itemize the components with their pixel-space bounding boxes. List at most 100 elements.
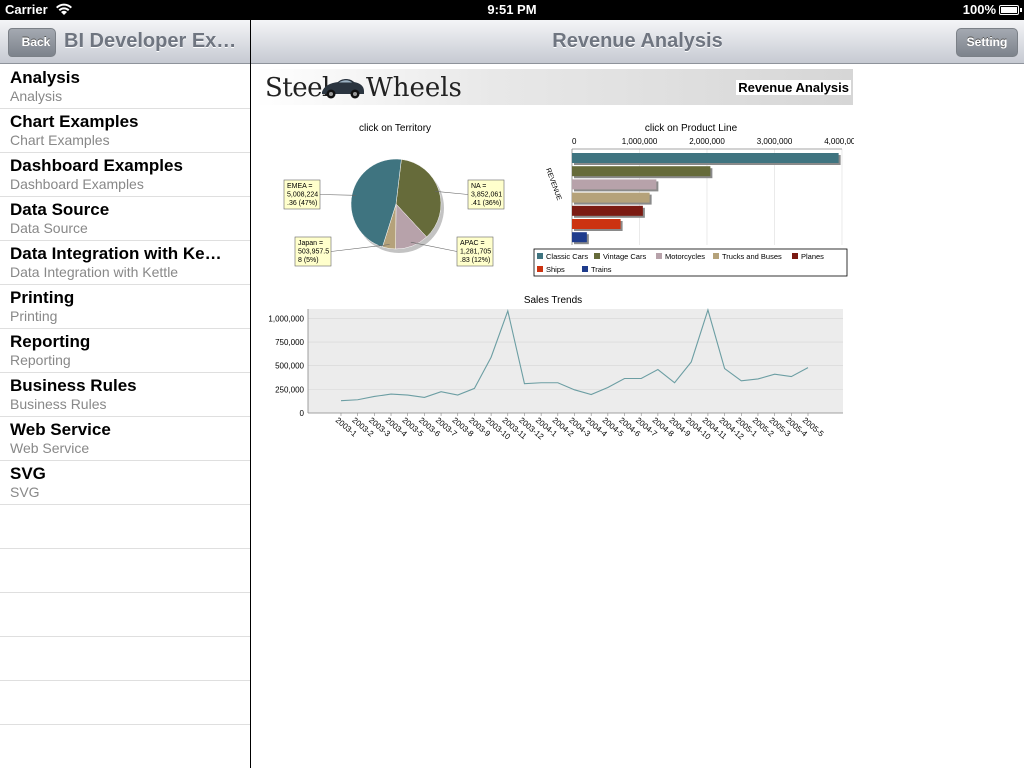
list-item-title: Reporting [10,332,91,351]
list-item-title: Printing [10,288,75,307]
detail-navbar: Revenue Analysis Setting [251,20,1024,64]
list-item-subtitle: Business Rules [10,396,107,412]
legend-swatch [537,253,543,259]
bar-tick-label: 1,000,000 [622,137,658,146]
list-item[interactable]: Chart Examples Chart Examples [0,109,250,153]
pie-title: click on Territory [359,123,431,134]
bar-title: click on Product Line [645,123,738,134]
list-item[interactable]: Data Source Data Source [0,197,250,241]
pie-label-text: .83 (12%) [460,257,490,264]
legend-swatch [792,253,798,259]
bar-motorcycles[interactable] [572,179,657,190]
legend-label: Classic Cars [546,252,588,261]
battery-label: 100% [962,2,996,17]
pie-leader-line [319,194,356,196]
empty-list-row [0,593,250,637]
legend-swatch [582,266,588,272]
empty-list-row [0,549,250,593]
list-item[interactable]: Business Rules Business Rules [0,373,250,417]
legend-swatch [537,266,543,272]
list-item-subtitle: Analysis [10,88,63,104]
list-item-title: Data Integration with Ke… [10,244,222,263]
list-item-title: Data Source [10,200,110,219]
bar-tick-label: 0 [572,137,577,146]
bar-ships[interactable] [572,219,621,229]
empty-list-row [0,725,250,768]
line-tick-label: 750,000 [275,338,304,347]
product-line-bar-chart[interactable]: click on Product Line 0 1,000,000 2,000,00… [533,123,854,277]
legend-swatch [656,253,662,259]
bar-classic-cars[interactable] [572,153,839,163]
line-tick-label: 1,000,000 [268,314,304,323]
line-tick-label: 250,000 [275,385,304,394]
bar-planes[interactable] [572,205,643,216]
list-item-subtitle: Data Integration with Kettle [10,264,179,280]
empty-list-row [0,505,250,549]
legend-label: Vintage Cars [603,252,646,261]
bar-trucks-and-buses[interactable] [572,192,650,203]
master-navbar: Back BI Developer Ex… [0,20,250,64]
bar-tick-label: 3,000,000 [757,137,793,146]
pie-label-text: 5,008,224 [287,192,318,199]
list-item[interactable]: Reporting Reporting [0,329,250,373]
charts-canvas: click on Territory EMEA = 5,008,224.36 (4… [268,123,854,442]
pie-label-text: EMEA = [287,183,312,190]
pie-label-text: 503,957.5 [298,249,329,256]
report: Steel Wheels Revenue Analysis click on T… [256,69,854,469]
line-tick-label: 0 [300,409,305,418]
list-item[interactable]: Web Service Web Service [0,417,250,461]
list-item[interactable]: Analysis Analysis [0,65,250,109]
empty-list-row [0,637,250,681]
pie-label-text: .41 (36%) [471,200,501,207]
pie-label-text: NA = [471,183,486,190]
list-item[interactable]: Data Integration with Ke… Data Integratio… [0,241,250,285]
empty-list-row [0,681,250,725]
legend-swatch [594,253,600,259]
bar-tick-label: 2,000,000 [689,137,725,146]
detail-pane: Revenue Analysis Setting Steel Wheels Re… [251,20,1024,768]
status-bar: Carrier 9:51 PM 100% [0,0,1024,20]
sales-trends-line-chart[interactable]: Sales Trends 1,000,000 750,000 500,000 250,… [268,295,843,442]
list-item[interactable]: Dashboard Examples Dashboard Examples [0,153,250,197]
menu-list: Analysis Analysis Chart Examples Chart Exam… [0,65,250,768]
list-item[interactable]: SVG SVG [0,461,250,505]
list-item-title: SVG [10,464,46,483]
list-item-subtitle: Dashboard Examples [10,176,144,192]
pie-label-text: 3,852,061 [471,192,502,199]
page-title: Revenue Analysis [552,30,723,52]
line-tick-label: 500,000 [275,362,304,371]
territory-pie-chart[interactable]: click on Territory EMEA = 5,008,224.36 (4… [283,123,505,267]
legend-label: Trucks and Buses [722,252,782,261]
back-button-label: Back [21,35,51,49]
list-item-subtitle: Data Source [10,220,88,236]
line-title: Sales Trends [524,295,582,306]
list-item-subtitle: SVG [10,484,40,500]
list-item[interactable]: Printing Printing [0,285,250,329]
list-item-subtitle: Printing [10,308,58,324]
line-plot-area [308,309,843,413]
list-item-title: Business Rules [10,376,137,395]
clock: 9:51 PM [487,2,537,17]
bar-vintage-cars[interactable] [572,166,711,177]
back-button[interactable]: Back [8,28,56,57]
master-title: BI Developer Ex… [64,30,237,52]
pie-label-text: .36 (47%) [287,200,317,207]
legend-label: Planes [801,252,824,261]
list-item-title: Chart Examples [10,112,139,131]
bar-tick-label: 4,000,000 [824,137,854,146]
pie-label-text: Japan = [298,240,323,247]
list-item-subtitle: Web Service [10,440,90,456]
bar-ylabel: REVENUE [544,167,562,202]
setting-button[interactable]: Setting [956,28,1018,57]
legend-label: Motorcycles [665,252,705,261]
legend-swatch [713,253,719,259]
bar-trains[interactable] [572,232,587,243]
pie-label-text: APAC = [460,240,485,247]
pie-label-text: 1,281,705 [460,249,491,256]
list-item-title: Dashboard Examples [10,156,183,175]
list-item-title: Web Service [10,420,111,439]
list-item-subtitle: Chart Examples [10,132,110,148]
pie-label-text: 8 (5%) [298,257,319,264]
legend-label: Trains [591,265,612,274]
list-item-subtitle: Reporting [10,352,71,368]
